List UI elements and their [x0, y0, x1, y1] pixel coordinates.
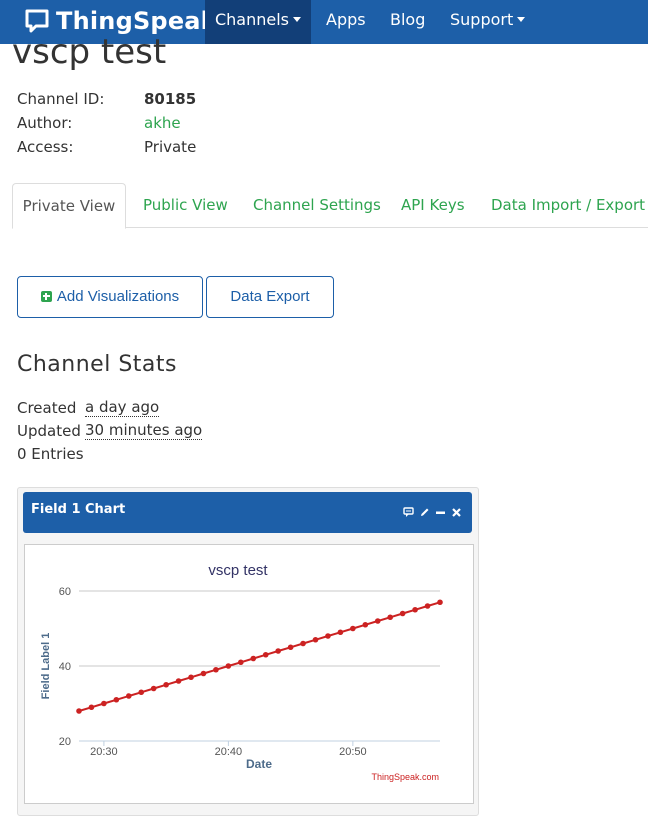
chart-credit: ThingSpeak.com	[371, 772, 439, 782]
updated-label: Updated	[17, 422, 81, 440]
data-point	[262, 651, 269, 658]
tab-data-import-export[interactable]: Data Import / Export	[491, 183, 645, 227]
data-point	[163, 681, 169, 688]
data-point	[387, 614, 394, 621]
nav-channels[interactable]: Channels	[205, 0, 311, 44]
access-label: Access:	[17, 138, 74, 156]
plus-square-icon	[40, 290, 52, 302]
y-tick-label: 40	[59, 661, 71, 673]
data-point	[175, 678, 182, 684]
x-axis-label: Date	[246, 757, 272, 771]
data-point	[76, 708, 82, 714]
comment-icon[interactable]	[403, 507, 414, 518]
data-point	[424, 603, 431, 609]
data-point	[150, 685, 157, 692]
nav-support-label: Support	[450, 10, 514, 29]
data-point	[213, 666, 219, 673]
nav-blog[interactable]: Blog	[390, 0, 425, 44]
chevron-down-icon	[293, 17, 302, 22]
data-point	[188, 674, 194, 681]
nav-support[interactable]: Support	[450, 0, 526, 44]
chart-area: 20 40 60 20:30 20:40 20:50 vscp test Date Field …	[24, 544, 474, 804]
panel-title: Field 1 Chart	[31, 502, 126, 517]
data-point	[437, 599, 443, 606]
created-label: Created	[17, 399, 77, 417]
chevron-down-icon	[517, 17, 526, 22]
add-visualizations-button[interactable]: Add Visualizations	[17, 276, 203, 318]
nav-channels-label: Channels	[214, 10, 290, 29]
data-point	[300, 640, 306, 647]
data-export-button[interactable]: Data Export	[206, 276, 334, 318]
data-point	[350, 625, 356, 632]
y-tick-label: 60	[59, 586, 71, 598]
channel-id-value: 80185	[144, 90, 197, 108]
close-icon[interactable]	[451, 507, 462, 518]
y-tick-label: 20	[59, 736, 71, 748]
author-label: Author:	[17, 114, 73, 132]
updated-value: 30 minutes ago	[85, 421, 203, 440]
entries-count: 0 Entries	[17, 445, 84, 463]
author-link[interactable]: akhe	[144, 114, 181, 132]
tab-public-view[interactable]: Public View	[143, 183, 228, 227]
series-line	[78, 601, 441, 712]
data-point	[399, 610, 406, 617]
x-tick-label: 20:40	[215, 746, 243, 758]
data-point	[374, 618, 381, 624]
x-tick-label: 20:30	[90, 746, 118, 758]
data-point	[125, 693, 132, 699]
data-point	[337, 629, 344, 636]
page-title: vscp test	[12, 32, 167, 72]
y-axis-label: Field Label 1	[40, 633, 52, 700]
data-point	[362, 621, 369, 628]
chart-title: vscp test	[208, 562, 268, 579]
data-point	[325, 633, 331, 639]
add-visualizations-label: Add Visualizations	[56, 288, 180, 305]
data-point	[88, 704, 95, 711]
data-point	[312, 636, 319, 643]
line-chart: 20 40 60 20:30 20:40 20:50 vscp test Date Field …	[40, 562, 443, 782]
tab-private-view[interactable]: Private View	[12, 183, 126, 229]
data-point	[101, 700, 107, 707]
data-point	[113, 696, 120, 703]
nav-apps[interactable]: Apps	[326, 0, 366, 44]
channel-id-label: Channel ID:	[17, 90, 105, 108]
created-value: a day ago	[85, 398, 160, 417]
data-point	[238, 659, 244, 666]
data-point	[225, 663, 232, 669]
channel-stats-heading: Channel Stats	[17, 352, 177, 377]
data-point	[250, 655, 257, 662]
data-point	[287, 644, 294, 651]
access-value: Private	[144, 138, 197, 156]
pencil-icon[interactable]	[419, 507, 430, 518]
data-point	[200, 670, 207, 677]
x-tick-label: 20:50	[339, 746, 367, 758]
data-point	[275, 648, 281, 654]
data-point	[138, 689, 145, 696]
tab-channel-settings[interactable]: Channel Settings	[253, 183, 381, 227]
tab-api-keys[interactable]: API Keys	[401, 183, 465, 227]
data-point	[412, 606, 418, 613]
minimize-icon[interactable]	[435, 507, 446, 518]
